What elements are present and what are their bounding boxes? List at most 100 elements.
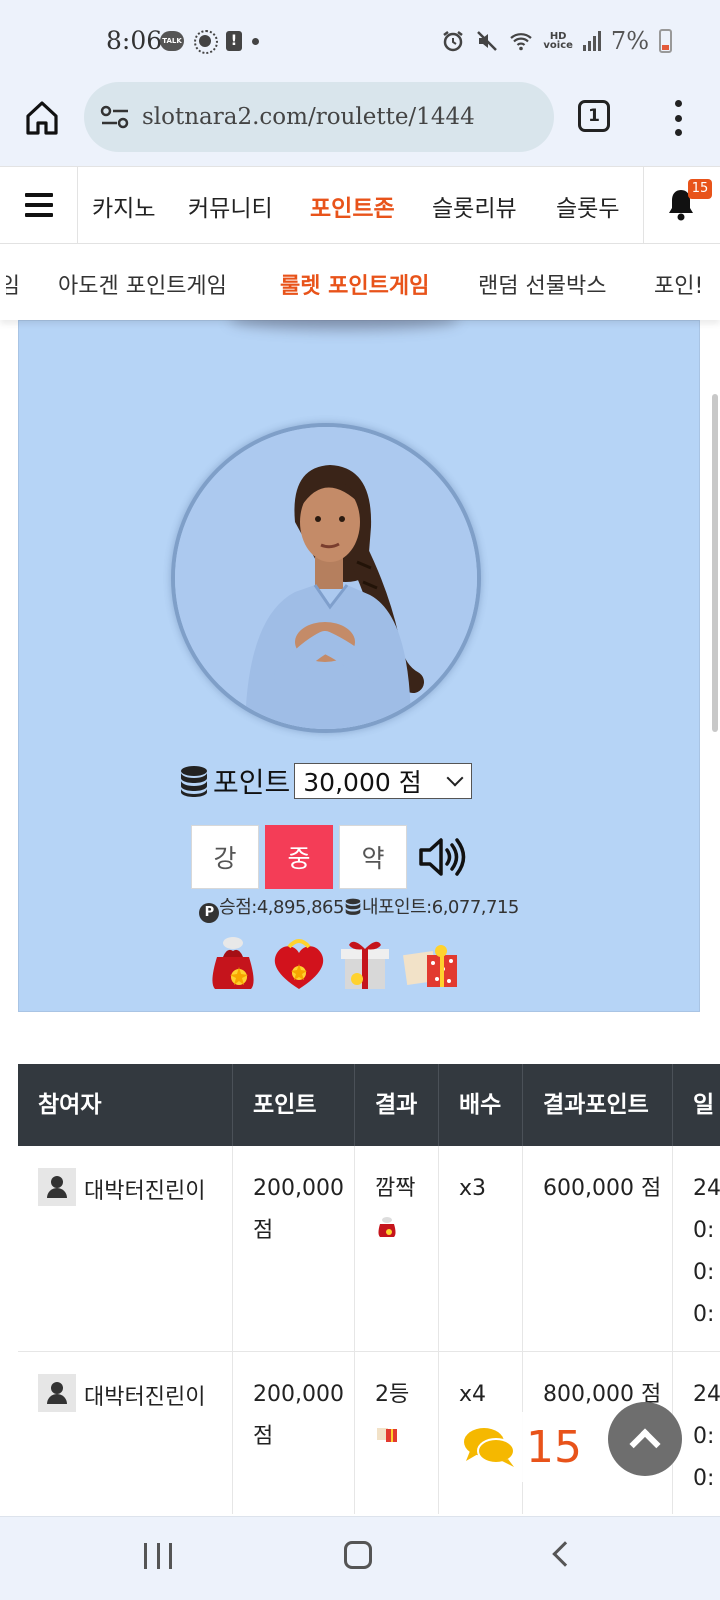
table-header: 참여자 포인트 결과 배수 결과포인트 일 bbox=[18, 1064, 720, 1146]
cell-result: 깜짝 bbox=[355, 1146, 439, 1351]
coins-icon bbox=[181, 766, 207, 797]
cell-points: 200,000 점 bbox=[233, 1146, 355, 1351]
nav-item-community[interactable]: 커뮤니티 bbox=[188, 189, 273, 223]
cell-points: 200,000 점 bbox=[233, 1352, 355, 1514]
points-unit: 점 bbox=[253, 1424, 274, 1449]
bet-amount-value: 30,000 점 bbox=[303, 768, 422, 797]
chevron-up-icon bbox=[629, 1428, 661, 1460]
sub-nav-item-roulette[interactable]: 룰렛 포인트게임 bbox=[280, 268, 429, 300]
table-row: 대박터진린이 200,000 점 깜짝 x3 600,000 점 24 0: 0: 0… bbox=[18, 1146, 720, 1352]
strength-selector: 강 중 약 bbox=[191, 825, 467, 889]
kakaotalk-icon: TALK bbox=[160, 31, 184, 51]
notifications-button[interactable]: 15 bbox=[643, 167, 720, 243]
address-bar[interactable]: slotnara2.com/roulette/1444 bbox=[84, 82, 554, 152]
main-nav: 카지노 커뮤니티 포인트존 슬롯리뷰 슬롯두 15 bbox=[0, 166, 720, 244]
hd-voice-icon: HD voice bbox=[543, 31, 573, 51]
my-points-value: 6,077,715 bbox=[431, 897, 520, 918]
cell-date: 24 0: 0: 0: bbox=[673, 1146, 720, 1351]
strength-strong-button[interactable]: 강 bbox=[191, 825, 259, 889]
points-label: 포인트 bbox=[213, 766, 291, 799]
home-icon[interactable] bbox=[22, 98, 62, 138]
cell-multiplier: x3 bbox=[439, 1146, 523, 1351]
points-value: 200,000 bbox=[253, 1382, 344, 1407]
gift-heart-box-icon[interactable] bbox=[269, 933, 329, 991]
brightness-icon bbox=[194, 30, 218, 54]
point-stats: P 승점:4,895,865 내포인트:6,077,715 bbox=[19, 893, 699, 923]
gift-boxes-small-icon bbox=[377, 1428, 397, 1442]
character-illustration bbox=[175, 427, 477, 729]
site-settings-icon[interactable] bbox=[100, 105, 130, 129]
recent-apps-icon[interactable] bbox=[144, 1543, 172, 1569]
main-nav-items: 카지노 커뮤니티 포인트존 슬롯리뷰 슬롯두 bbox=[78, 167, 643, 243]
nav-item-point-zone[interactable]: 포인트존 bbox=[310, 189, 395, 223]
gift-sack-icon[interactable] bbox=[203, 933, 263, 991]
nav-item-casino[interactable]: 카지노 bbox=[92, 189, 155, 223]
battery-icon bbox=[659, 29, 672, 53]
wifi-icon bbox=[510, 33, 533, 51]
hamburger-menu-icon[interactable] bbox=[0, 167, 78, 243]
system-icons: HD voice 7% bbox=[441, 27, 672, 55]
cell-participant: 대박터진린이 bbox=[18, 1352, 233, 1514]
battery-percent: 7% bbox=[610, 27, 649, 55]
points-unit: 점 bbox=[253, 1218, 274, 1243]
my-points-label: 내포인트: bbox=[361, 897, 432, 918]
sub-nav-item-cut[interactable]: 임 bbox=[6, 268, 20, 300]
sub-nav-item-hadouken[interactable]: 아도겐 포인트게임 bbox=[58, 268, 227, 300]
col-header-points: 포인트 bbox=[233, 1064, 355, 1146]
mute-icon bbox=[477, 31, 498, 51]
cell-result-points: 600,000 점 bbox=[523, 1146, 673, 1351]
result-text: 깜짝 bbox=[375, 1176, 416, 1201]
nav-item-slot-review[interactable]: 슬롯리뷰 bbox=[432, 189, 517, 223]
android-navigation-bar bbox=[0, 1516, 720, 1600]
win-points-value: 4,895,865 bbox=[256, 897, 345, 918]
character-portrait bbox=[171, 423, 481, 733]
coins-small-icon bbox=[345, 898, 361, 915]
col-header-date: 일 bbox=[673, 1064, 720, 1146]
gift-silver-box-icon[interactable] bbox=[335, 933, 395, 991]
win-points-label: 승점: bbox=[219, 897, 257, 918]
home-button-icon[interactable] bbox=[344, 1541, 372, 1569]
gift-options bbox=[203, 933, 461, 991]
gift-sack-small-icon bbox=[378, 1217, 396, 1237]
bet-row: 포인트 30,000 점 bbox=[179, 761, 473, 801]
browser-menu-icon[interactable] bbox=[670, 100, 686, 136]
col-header-multiplier: 배수 bbox=[439, 1064, 523, 1146]
clock: 8:06 bbox=[106, 26, 163, 55]
alarm-icon bbox=[443, 31, 464, 52]
point-p-icon: P bbox=[199, 903, 220, 923]
chat-bubbles-icon[interactable] bbox=[462, 1425, 516, 1469]
sub-nav-item-random-gift[interactable]: 랜덤 선물박스 bbox=[478, 268, 606, 300]
status-bar: 8:06 TALK ! HD voice 7% bbox=[0, 0, 720, 82]
gift-dotted-boxes-icon[interactable] bbox=[401, 933, 461, 991]
scroll-to-top-button[interactable] bbox=[608, 1402, 682, 1476]
sub-nav-item-point-more[interactable]: 포인! bbox=[654, 268, 703, 300]
sub-nav: 임 아도겐 포인트게임 룰렛 포인트게임 랜덤 선물박스 포인! bbox=[0, 244, 720, 320]
result-text: 2등 bbox=[375, 1382, 410, 1407]
notification-icons: TALK ! bbox=[160, 30, 259, 54]
strength-medium-button[interactable]: 중 bbox=[265, 825, 333, 889]
chevron-down-icon bbox=[446, 769, 464, 787]
notification-badge: 15 bbox=[688, 179, 712, 199]
points-value: 200,000 bbox=[253, 1176, 344, 1201]
page-scrollbar[interactable] bbox=[712, 394, 718, 732]
browser-toolbar: slotnara2.com/roulette/1444 1 bbox=[0, 82, 720, 166]
chat-button[interactable]: 15 bbox=[446, 1412, 596, 1482]
cell-participant: 대박터진린이 bbox=[18, 1146, 233, 1351]
user-icon bbox=[38, 1374, 76, 1412]
back-icon[interactable] bbox=[552, 1541, 578, 1567]
participant-name[interactable]: 대박터진린이 bbox=[84, 1179, 205, 1204]
col-header-result-points: 결과포인트 bbox=[523, 1064, 673, 1146]
alert-icon: ! bbox=[226, 31, 242, 51]
sound-on-icon[interactable] bbox=[417, 833, 467, 881]
bet-amount-select[interactable]: 30,000 점 bbox=[294, 763, 473, 799]
strength-weak-button[interactable]: 약 bbox=[339, 825, 407, 889]
cell-result: 2등 bbox=[355, 1352, 439, 1514]
more-notifications-icon bbox=[252, 37, 259, 45]
participant-name[interactable]: 대박터진린이 bbox=[84, 1385, 205, 1410]
roulette-game-panel: 포인트 30,000 점 강 중 약 P 승점:4,895,865 내포인트:6,0… bbox=[18, 309, 700, 1012]
col-header-participant: 참여자 bbox=[18, 1064, 233, 1146]
tab-switcher-button[interactable]: 1 bbox=[578, 100, 610, 132]
signal-icon bbox=[582, 31, 601, 51]
nav-item-slot-more[interactable]: 슬롯두 bbox=[556, 189, 619, 223]
chat-count: 15 bbox=[526, 1421, 582, 1473]
